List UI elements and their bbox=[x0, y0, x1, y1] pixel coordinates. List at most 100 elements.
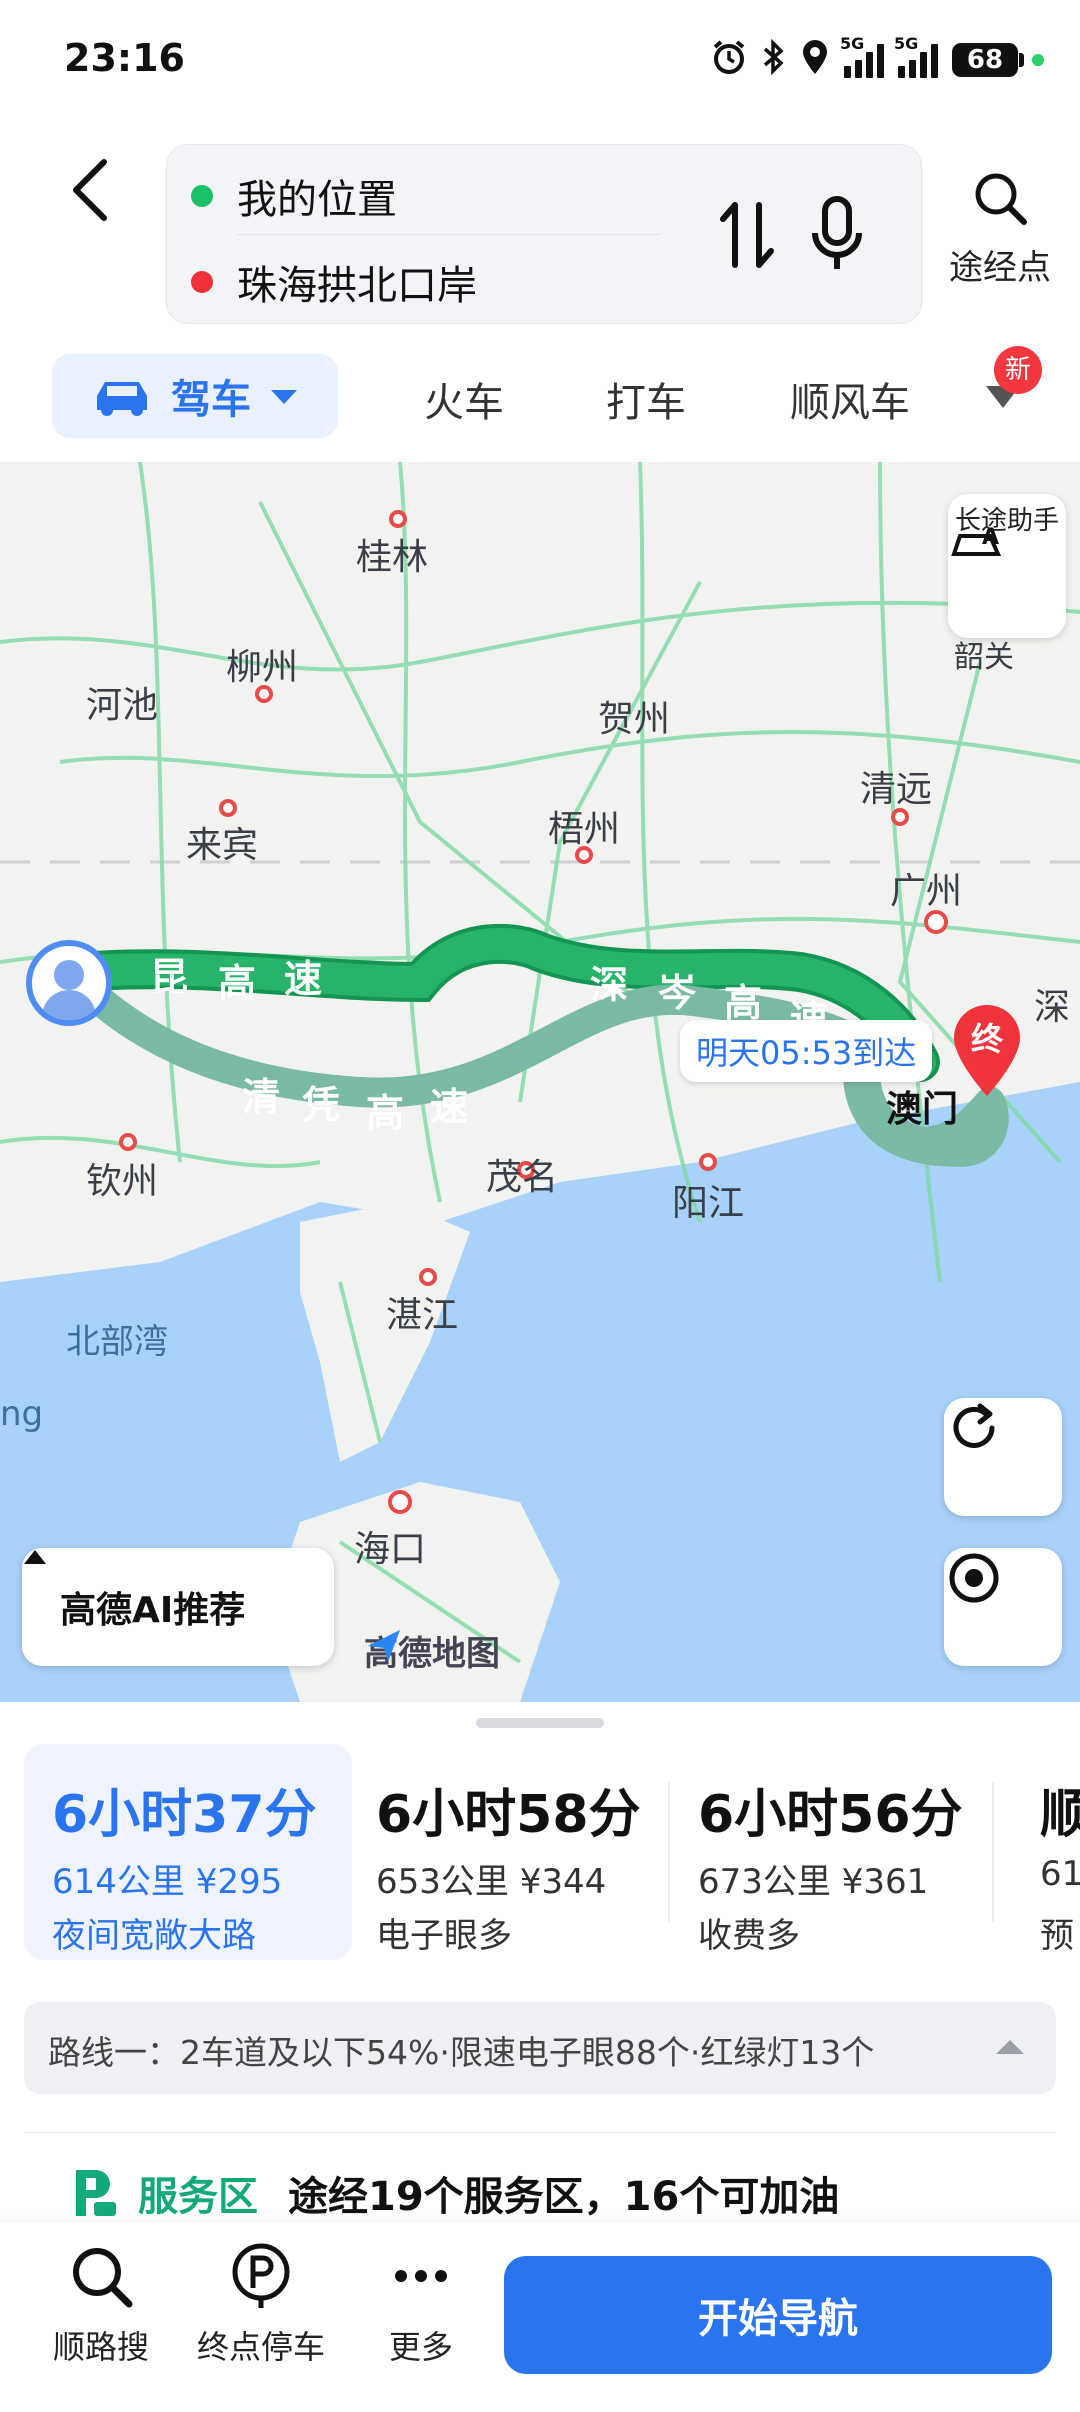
road-label: 清 bbox=[242, 1075, 281, 1119]
bluetooth-icon bbox=[762, 38, 786, 81]
route-distance-toll: 653公里 ¥344 bbox=[376, 1862, 607, 1902]
status-icons: 5G 5G 68 bbox=[710, 34, 1044, 82]
service-area-row[interactable]: 服务区 途经19个服务区，16个可加油 bbox=[70, 2164, 839, 2222]
eta-bubble: 明天05:53到达 bbox=[680, 1020, 933, 1082]
road-label: 岑 bbox=[658, 971, 697, 1015]
swap-icon[interactable] bbox=[715, 195, 779, 275]
service-area-text: 途经19个服务区，16个可加油 bbox=[288, 2174, 840, 2220]
more-dots-icon bbox=[395, 2270, 447, 2282]
signal-icon: 5G bbox=[894, 34, 938, 78]
start-location-avatar[interactable] bbox=[26, 940, 112, 1026]
more-button[interactable]: 更多 bbox=[346, 2242, 496, 2368]
city-label: 贺州 bbox=[598, 699, 671, 740]
map-edge-label: ng bbox=[0, 1394, 44, 1434]
city-label: 海口 bbox=[354, 1529, 427, 1570]
route-distance-toll: 673公里 ¥361 bbox=[698, 1862, 929, 1902]
ai-recommend-button[interactable]: 高德AI推荐 bbox=[22, 1548, 334, 1666]
city-label: 湛江 bbox=[386, 1295, 459, 1336]
city-label: 清远 bbox=[860, 769, 933, 810]
tab-drive-label: 驾车 bbox=[171, 377, 251, 423]
route-detail-bar[interactable]: 路线一：2车道及以下54%·限速电子眼88个·红绿灯13个 bbox=[24, 2002, 1056, 2094]
start-navigation-button[interactable]: 开始导航 bbox=[504, 2256, 1052, 2374]
city-label: 柳州 bbox=[226, 647, 299, 688]
destination-text: 珠海拱北口岸 bbox=[237, 263, 477, 309]
alarm-icon bbox=[710, 38, 748, 82]
sheet-handle[interactable] bbox=[476, 1718, 604, 1728]
chevron-up-icon bbox=[24, 1550, 46, 1564]
destination-dot-icon bbox=[191, 271, 213, 293]
city-label: 河池 bbox=[86, 685, 159, 726]
status-time: 23:16 bbox=[64, 36, 185, 80]
refresh-button[interactable] bbox=[944, 1398, 1062, 1516]
route-time: 6小时58分 bbox=[376, 1785, 641, 1845]
city-label: 梧州 bbox=[548, 809, 621, 850]
battery-icon: 68 bbox=[952, 43, 1024, 77]
back-button[interactable] bbox=[60, 150, 120, 230]
privacy-indicator-dot bbox=[1032, 54, 1044, 66]
route-time: 顺 bbox=[1040, 1785, 1080, 1845]
route-option-2[interactable]: 6小时58分 653公里 ¥344 电子眼多 bbox=[348, 1744, 668, 1960]
route-detail-text: 路线一：2车道及以下54%·限速电子眼88个·红绿灯13个 bbox=[48, 2033, 875, 2072]
waypoint-label: 途经点 bbox=[949, 248, 1051, 288]
parking-icon bbox=[232, 2243, 290, 2308]
new-badge: 新 bbox=[994, 346, 1042, 394]
origin-dot-icon bbox=[191, 185, 213, 207]
status-bar: 23:16 5G 5G 68 bbox=[0, 0, 1080, 120]
car-icon bbox=[97, 382, 147, 416]
route-option-3[interactable]: 6小时56分 673公里 ¥361 收费多 bbox=[670, 1744, 990, 1960]
search-icon bbox=[975, 173, 1027, 225]
route-distance-toll: 614公里 ¥295 bbox=[52, 1862, 283, 1902]
parking-service-icon bbox=[76, 2170, 116, 2216]
city-label-partial: 韶关 bbox=[954, 640, 1014, 675]
tab-train[interactable]: 火车 bbox=[424, 370, 504, 428]
route-separator bbox=[992, 1782, 994, 1922]
assistant-car-icon: A bbox=[951, 525, 1002, 556]
end-parking-button[interactable]: 终点停车 bbox=[186, 2242, 336, 2368]
chevron-down-icon bbox=[271, 390, 297, 404]
route-note: 电子眼多 bbox=[376, 1916, 512, 1956]
tab-drive[interactable]: 驾车 bbox=[52, 354, 338, 438]
road-label: 深 bbox=[590, 963, 629, 1007]
road-label: 昆 bbox=[150, 955, 189, 999]
city-label: 桂林 bbox=[356, 537, 429, 578]
route-divider bbox=[237, 234, 661, 235]
route-note: 夜间宽敞大路 bbox=[52, 1916, 256, 1956]
tab-taxi[interactable]: 打车 bbox=[606, 370, 686, 428]
ai-recommend-label: 高德AI推荐 bbox=[60, 1590, 246, 1631]
destination-field[interactable]: 珠海拱北口岸 bbox=[191, 253, 477, 311]
refresh-icon bbox=[953, 1403, 995, 1448]
signal-icon: 5G bbox=[840, 34, 884, 78]
road-label: 速 bbox=[284, 957, 323, 1001]
origin-field[interactable]: 我的位置 bbox=[191, 167, 397, 225]
long-trip-assistant-button[interactable]: A 长途助手 bbox=[948, 494, 1066, 638]
map-view[interactable]: 桂林 柳州 河池 贺州 来宾 梧州 清远 广州 深 钦州 茂名 阳江 湛江 海口… bbox=[0, 462, 1080, 1702]
search-along-button[interactable]: 顺路搜 bbox=[26, 2242, 176, 2368]
tab-carpool[interactable]: 顺风车 bbox=[790, 370, 910, 428]
route-option-1[interactable]: 6小时37分 614公里 ¥295 夜间宽敞大路 bbox=[24, 1744, 352, 1960]
route-time: 6小时56分 bbox=[698, 1785, 963, 1845]
road-label: 凭 bbox=[302, 1083, 341, 1127]
end-marker-icon[interactable]: 终 bbox=[950, 1002, 1024, 1098]
microphone-icon[interactable] bbox=[807, 191, 867, 277]
city-label: 来宾 bbox=[186, 825, 259, 866]
city-label: 澳门 bbox=[886, 1089, 959, 1130]
route-option-4[interactable]: 顺 61 预 bbox=[1014, 1744, 1080, 1960]
city-label: 阳江 bbox=[672, 1183, 745, 1224]
chevron-up-icon bbox=[996, 2040, 1024, 2054]
search-icon bbox=[73, 2248, 133, 2308]
divider bbox=[24, 2132, 1056, 2133]
route-input-card: 我的位置 珠海拱北口岸 bbox=[166, 144, 922, 324]
city-label: 茂名 bbox=[486, 1157, 559, 1198]
service-area-tag: 服务区 bbox=[138, 2174, 258, 2220]
origin-text: 我的位置 bbox=[237, 177, 397, 223]
road-label: 高 bbox=[366, 1091, 405, 1135]
waypoint-button[interactable]: 途经点 bbox=[940, 168, 1060, 298]
route-note: 预 bbox=[1040, 1916, 1074, 1956]
sea-label: 北部湾 bbox=[66, 1322, 168, 1362]
locate-icon bbox=[949, 1553, 999, 1603]
locate-button[interactable] bbox=[944, 1548, 1062, 1666]
road-label: 速 bbox=[430, 1085, 469, 1129]
amap-logo-icon bbox=[368, 1630, 400, 1662]
bottom-action-bar: 顺路搜 终点停车 更多 开始导航 bbox=[0, 2222, 1080, 2412]
end-parking-label: 终点停车 bbox=[196, 2328, 325, 2366]
